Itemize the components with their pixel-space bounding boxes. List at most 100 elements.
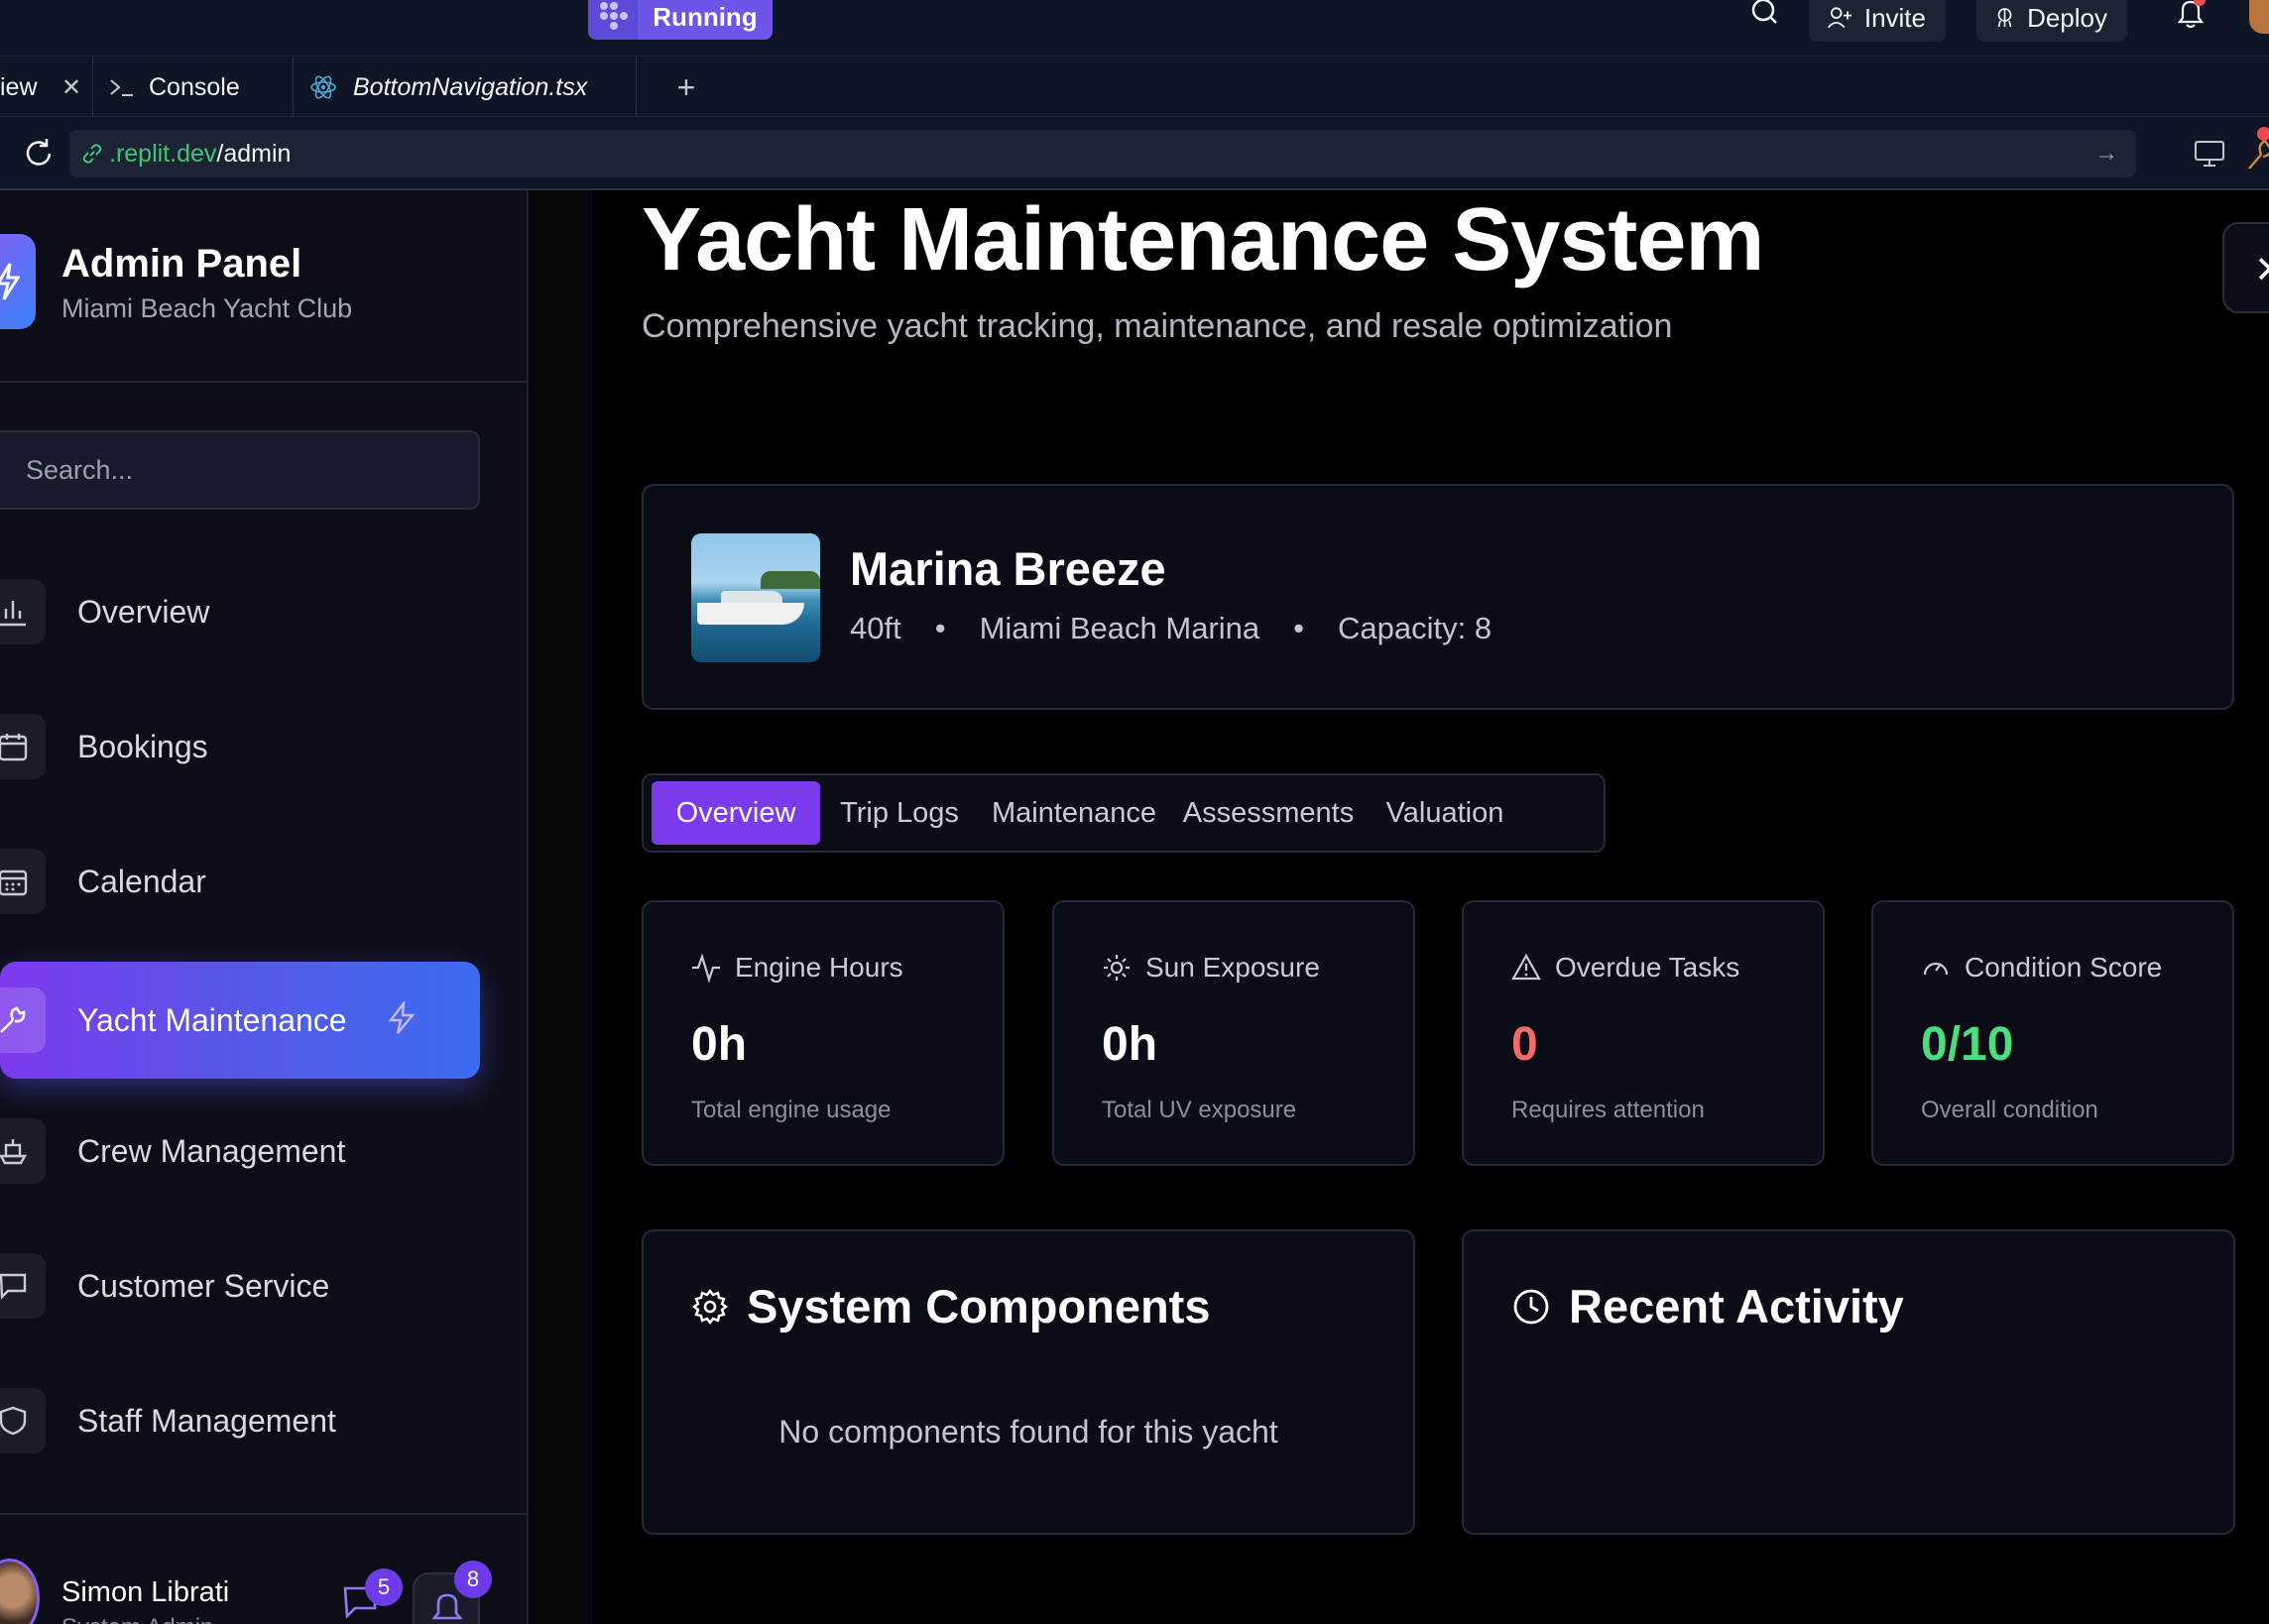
close-icon[interactable]: ✕ — [61, 73, 81, 102]
notification-count-badge: 8 — [454, 1561, 492, 1598]
reload-icon[interactable] — [22, 137, 56, 171]
recent-activity-panel: Recent Activity — [1462, 1229, 2235, 1535]
stat-description: Overall condition — [1921, 1097, 2098, 1123]
stat-label: Condition Score — [1965, 952, 2163, 983]
separator-dot: • — [934, 611, 946, 645]
url-field[interactable]: .replit.dev/admin → — [69, 130, 2136, 177]
empty-state-text: No components found for this yacht — [778, 1414, 1278, 1450]
sidebar-item-label: Overview — [77, 593, 210, 630]
sidebar-title: Admin Panel — [61, 242, 302, 286]
terminal-icon — [110, 79, 133, 96]
url-host: .replit.dev — [109, 139, 217, 168]
panel-header: System Components — [691, 1279, 1210, 1334]
gauge-icon — [1923, 962, 1949, 976]
page-subtitle: Comprehensive yacht tracking, maintenanc… — [642, 307, 1673, 345]
stat-value: 0h — [1102, 1018, 1158, 1071]
ide-user-avatar[interactable] — [2249, 0, 2269, 34]
divider — [0, 1513, 527, 1515]
sidebar-item-staff-management[interactable]: Staff Management — [0, 1362, 480, 1479]
ide-top-bar: Running Invite Deploy — [0, 0, 2269, 56]
stat-description: Total engine usage — [691, 1097, 892, 1123]
close-icon: ✕ — [2254, 248, 2269, 292]
tab-assessments[interactable]: Assessments — [1171, 781, 1366, 845]
arrow-right-icon[interactable]: → — [2094, 140, 2118, 168]
yacht-photo — [691, 533, 820, 662]
yacht-name: Marina Breeze — [850, 542, 1166, 595]
search-icon[interactable] — [1745, 0, 1785, 30]
react-icon — [310, 75, 336, 99]
admin-sidebar: Admin Panel Miami Beach Yacht Club Overv… — [0, 190, 529, 1624]
stat-header: Overdue Tasks — [1511, 952, 1739, 984]
page-title: Yacht Maintenance System — [642, 190, 1764, 290]
ide-tab-bar: iew ✕ Console BottomNavigation.tsx + — [0, 56, 2269, 118]
message-icon — [0, 1253, 46, 1319]
bar-chart-icon — [0, 579, 46, 644]
user-name: Simon Librati — [61, 1576, 230, 1608]
tab-overview[interactable]: Overview — [652, 781, 820, 845]
devtools-alert-dot — [2257, 127, 2269, 141]
system-components-panel: System Components No components found fo… — [642, 1229, 1415, 1535]
divider — [0, 381, 527, 383]
sidebar-search-input[interactable] — [0, 430, 480, 510]
sidebar-item-customer-service[interactable]: Customer Service — [0, 1227, 480, 1344]
avatar[interactable] — [0, 1559, 40, 1624]
tab-console-label: Console — [149, 72, 240, 101]
sidebar-item-label: Calendar — [77, 863, 206, 899]
sidebar-item-bookings[interactable]: Bookings — [0, 688, 480, 805]
stat-label: Overdue Tasks — [1555, 952, 1740, 983]
stat-label: Engine Hours — [735, 952, 903, 983]
wrench-icon — [0, 987, 46, 1053]
close-panel-button[interactable]: ✕ — [2222, 222, 2269, 313]
clock-icon — [1513, 1289, 1549, 1324]
deploy-label: Deploy — [2027, 2, 2107, 33]
tab-maintenance[interactable]: Maintenance — [977, 781, 1171, 845]
separator-dot: • — [1293, 611, 1304, 645]
stat-header: Sun Exposure — [1102, 952, 1320, 984]
sidebar-item-calendar[interactable]: Calendar — [0, 823, 480, 940]
activity-icon — [692, 953, 720, 983]
tab-file[interactable]: BottomNavigation.tsx — [294, 57, 637, 118]
stat-description: Total UV exposure — [1102, 1097, 1297, 1123]
main-content: Yacht Maintenance System Comprehensive y… — [531, 190, 2269, 1624]
sidebar-item-crew-management[interactable]: Crew Management — [0, 1093, 480, 1210]
sidebar-item-yacht-maintenance[interactable]: Yacht Maintenance — [0, 962, 480, 1079]
deploy-button[interactable]: Deploy — [1976, 0, 2127, 42]
tab-preview[interactable]: iew ✕ — [0, 57, 93, 118]
stat-card-engine-hours: Engine Hours 0h Total engine usage — [642, 900, 1005, 1166]
sun-icon — [1104, 955, 1130, 981]
stat-label: Sun Exposure — [1145, 952, 1320, 983]
sidebar-item-overview[interactable]: Overview — [0, 553, 480, 670]
link-icon — [82, 144, 102, 164]
deploy-icon — [1997, 8, 2012, 28]
tab-trip-logs[interactable]: Trip Logs — [822, 781, 977, 845]
invite-button[interactable]: Invite — [1809, 0, 1946, 42]
yacht-summary-card: Marina Breeze 40ft • Miami Beach Marina … — [642, 484, 2234, 710]
run-status-button[interactable]: Running — [638, 0, 773, 40]
url-path: /admin — [216, 139, 292, 168]
content-gutter — [531, 190, 592, 1624]
sidebar-subtitle: Miami Beach Yacht Club — [61, 293, 353, 323]
settings-gear-icon — [692, 1288, 728, 1325]
calendar-icon — [0, 714, 46, 779]
panel-header: Recent Activity — [1511, 1279, 1904, 1334]
yacht-tabs: Overview Trip Logs Maintenance Assessmen… — [642, 773, 1606, 853]
stat-value: 0h — [691, 1018, 748, 1071]
preview-url-bar: .replit.dev/admin → — [0, 117, 2269, 190]
monitor-icon[interactable] — [2194, 139, 2225, 169]
tab-console[interactable]: Console — [93, 57, 294, 118]
sidebar-item-label: Staff Management — [77, 1402, 336, 1439]
stat-header: Condition Score — [1921, 952, 2162, 984]
add-tab-button[interactable]: + — [666, 57, 706, 118]
yacht-capacity: Capacity: 8 — [1337, 611, 1493, 645]
stat-description: Requires attention — [1511, 1097, 1705, 1123]
stat-card-condition-score: Condition Score 0/10 Overall condition — [1871, 900, 2234, 1166]
bell-icon — [431, 1593, 463, 1620]
stat-value: 0/10 — [1921, 1018, 2014, 1071]
user-role: System Admin — [61, 1614, 213, 1624]
sidebar-item-label: Bookings — [77, 728, 208, 764]
lightning-icon — [388, 1001, 416, 1034]
tab-valuation[interactable]: Valuation — [1366, 781, 1524, 845]
run-status-icon[interactable] — [588, 0, 638, 40]
yacht-meta: 40ft • Miami Beach Marina • Capacity: 8 — [850, 611, 1492, 646]
shield-icon — [0, 1388, 46, 1453]
